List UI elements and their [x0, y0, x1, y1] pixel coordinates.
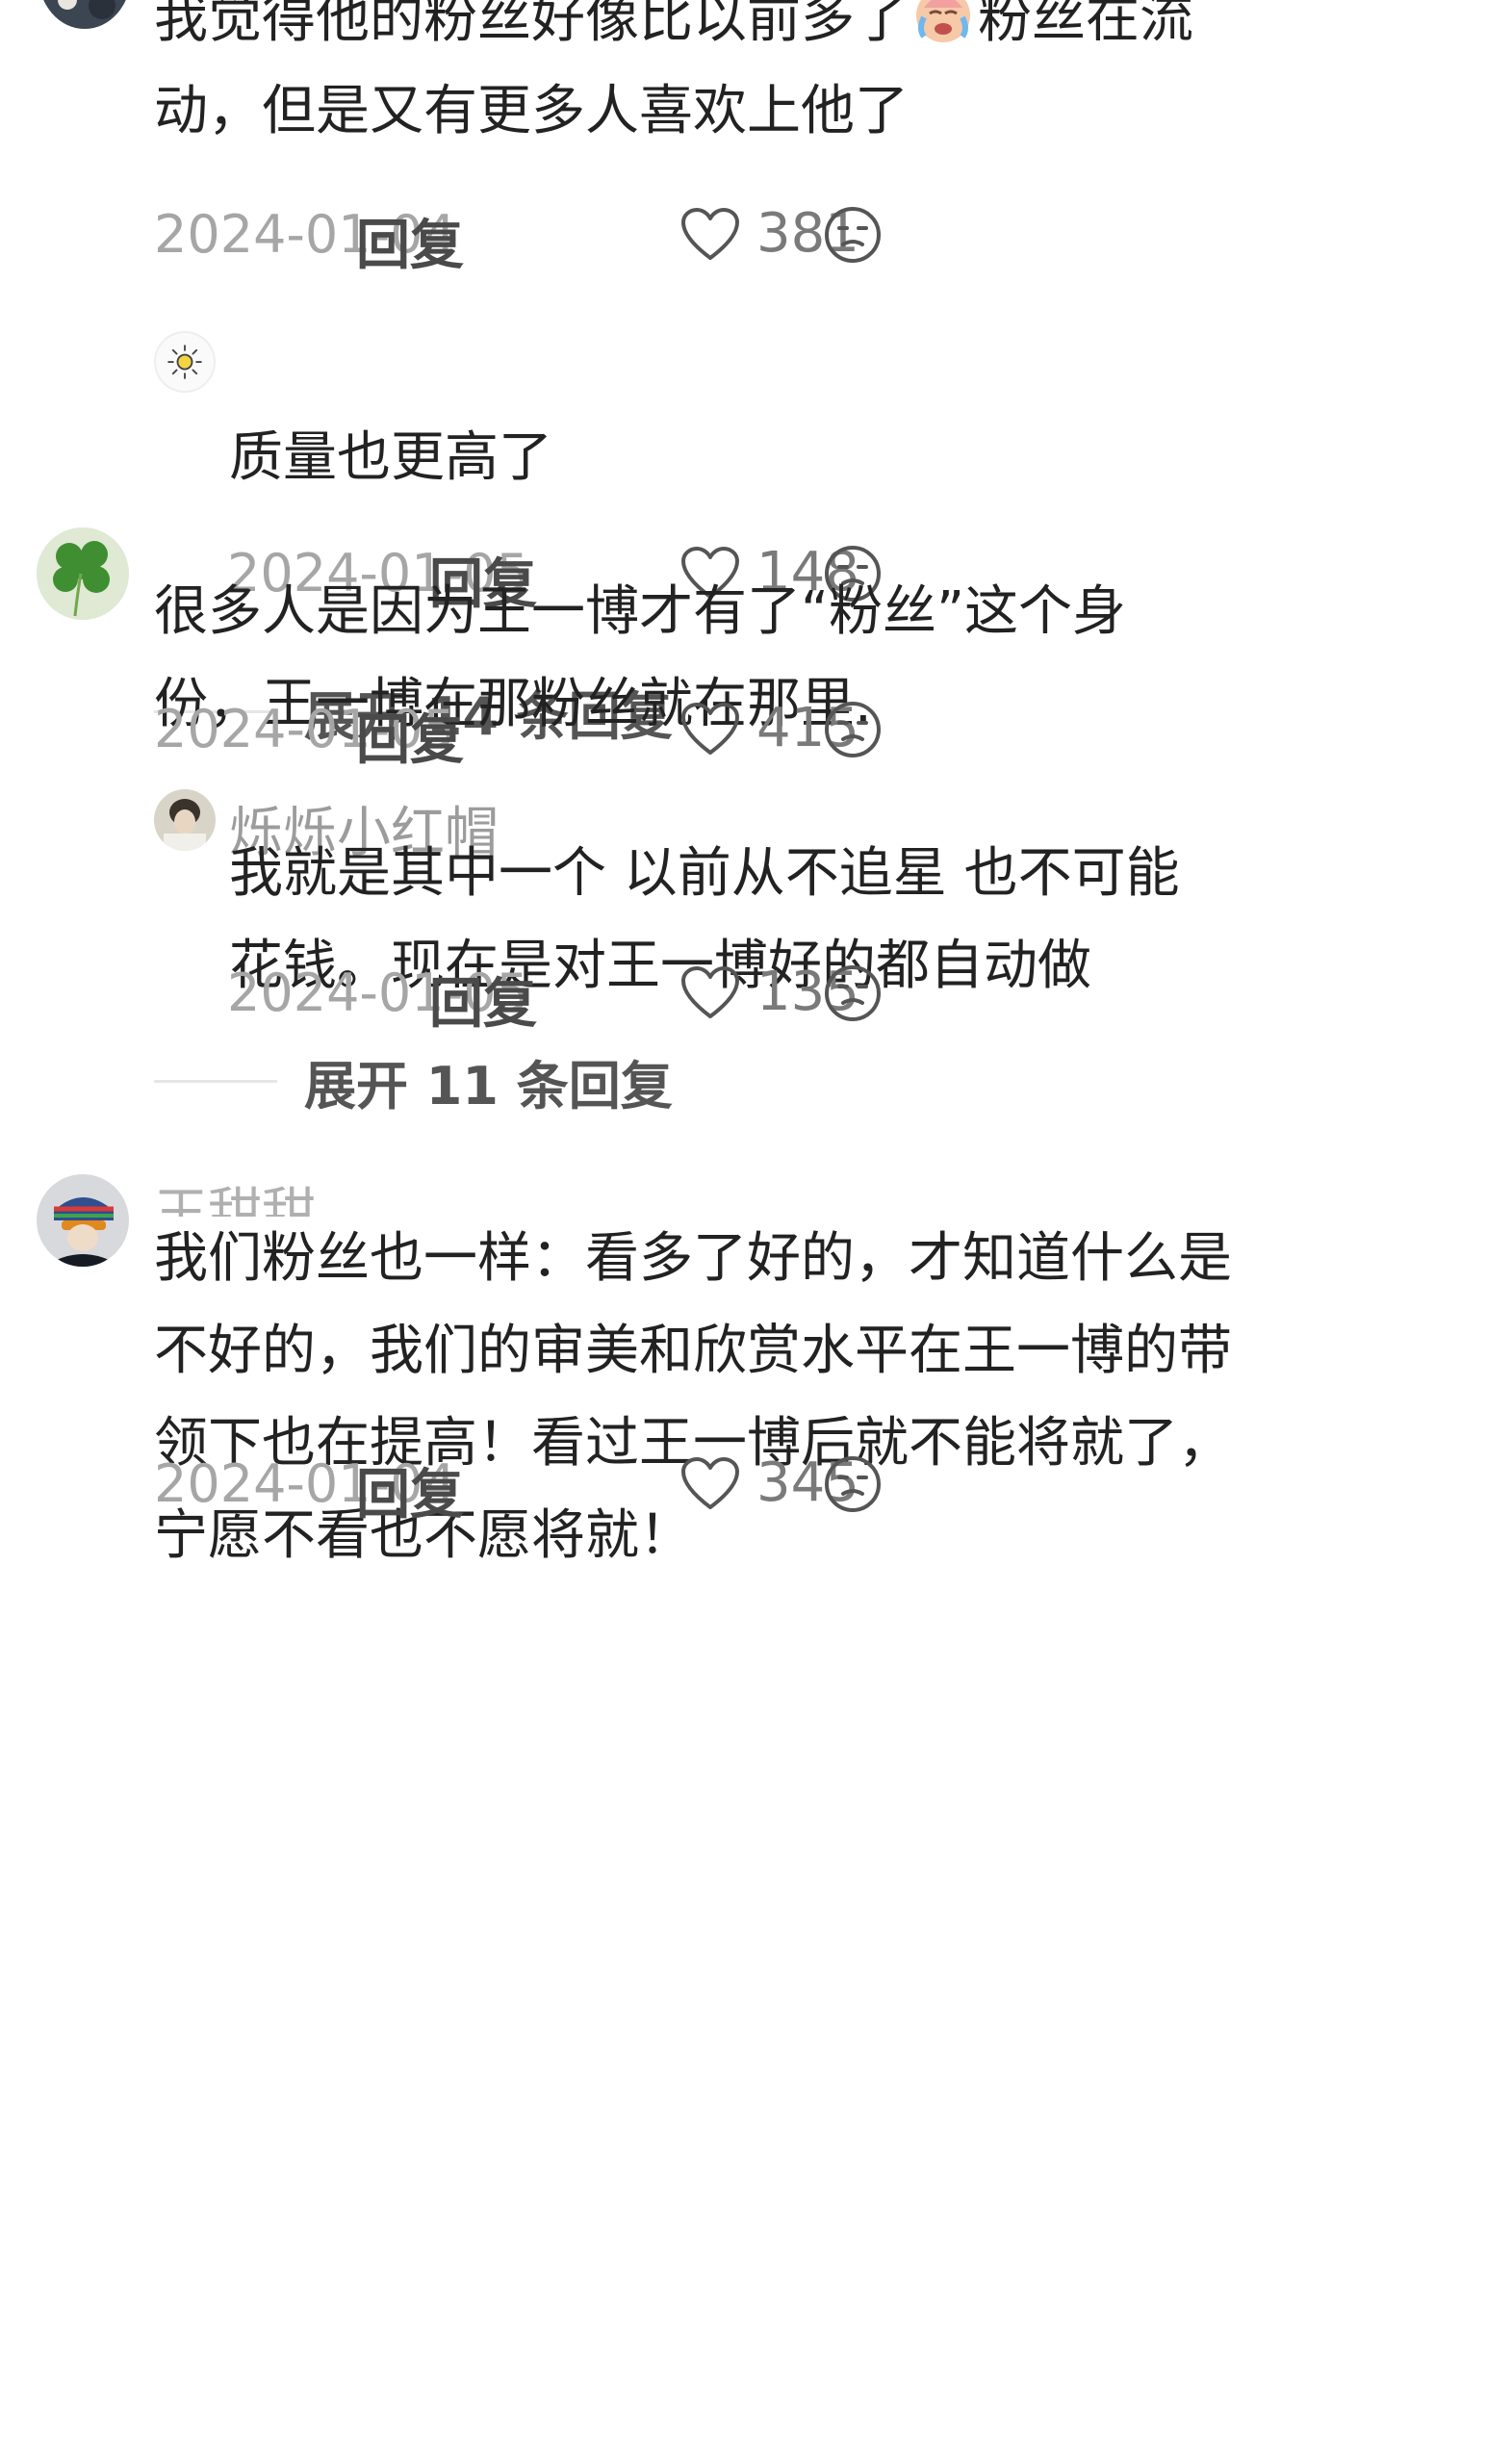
reply-2-avatar[interactable] — [154, 789, 216, 851]
reply-1-username[interactable] — [229, 331, 402, 370]
comment-2-line-1: 很多人是因为王一博才有了“粉丝”这个身 — [154, 580, 1127, 643]
comment-1-avatar[interactable] — [38, 0, 131, 29]
reply-2-reply-button[interactable]: 回复 — [429, 961, 537, 1039]
crying-face-emoji-icon — [916, 0, 970, 42]
neutral-face-icon[interactable] — [822, 1453, 884, 1515]
reply-2-line-1: 我就是其中一个 以前从不追星 也不可能 — [229, 842, 1180, 905]
sun-icon — [167, 345, 202, 379]
comment-1-line-1: 我觉得他的粉丝好像比以前多了 粉丝在流 — [154, 0, 1193, 65]
comment-3-username[interactable]: 王甜甜 — [154, 1184, 346, 1217]
comment-1-text: 我觉得他的粉丝好像比以前多了 粉丝在流 动，但是又有更多人喜欢上他了 — [154, 0, 1193, 158]
heart-outline-icon — [681, 965, 739, 1018]
comment-3-line-1: 我们粉丝也一样：看多了好的，才知道什么是 — [154, 1227, 1232, 1290]
neutral-face-icon[interactable] — [822, 962, 884, 1024]
reply-1-text: 质量也更高了 — [229, 426, 552, 489]
comment-2-avatar[interactable] — [37, 527, 129, 620]
comment-2-reply-button[interactable]: 回复 — [356, 697, 464, 775]
heart-outline-icon — [681, 1456, 739, 1509]
neutral-face-icon[interactable] — [822, 699, 884, 760]
expand-replies-2[interactable]: 展开 11 条回复 — [154, 1043, 673, 1119]
heart-outline-icon — [681, 702, 739, 755]
comment-1-line-2: 动，但是又有更多人喜欢上他了 — [154, 80, 909, 142]
neutral-face-icon[interactable] — [822, 204, 884, 266]
comment-2-username[interactable] — [154, 539, 241, 564]
comment-3-avatar[interactable] — [37, 1174, 129, 1267]
expand-replies-2-label: 展开 11 条回复 — [304, 1056, 673, 1116]
reply-1-avatar[interactable] — [154, 331, 216, 393]
heart-outline-icon — [681, 207, 739, 260]
comment-1-reply-button[interactable]: 回复 — [356, 202, 464, 280]
four-leaf-clover — [37, 527, 129, 620]
comment-3-text: 我们粉丝也一样：看多了好的，才知道什么是 不好的，我们的审美和欣赏水平在王一博的… — [154, 1213, 1232, 1582]
comment-3-line-2: 不好的，我们的审美和欣赏水平在王一博的带 — [154, 1320, 1232, 1382]
comment-3-reply-button[interactable]: 回复 — [356, 1451, 464, 1529]
expand-divider — [154, 1080, 277, 1083]
